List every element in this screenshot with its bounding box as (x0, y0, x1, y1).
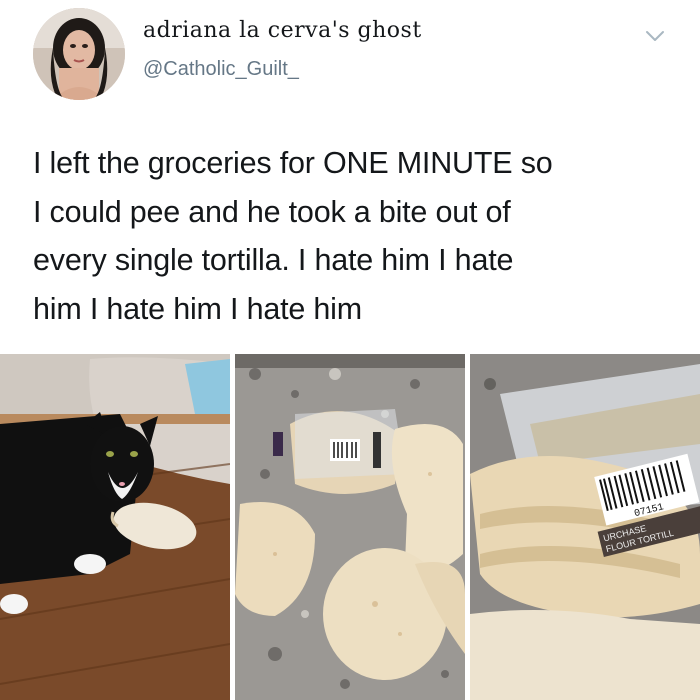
tweet-text-line: every single tortilla. I hate him I hate (33, 243, 514, 278)
tweet-text-line: I left the groceries for ONE MINUTE so (33, 146, 553, 180)
tweet-text-line: him I hate him I hate him (33, 291, 362, 326)
photo-grid: 07151 URCHASE FLOUR TORTILL (0, 354, 700, 700)
user-handle[interactable]: @Catholic_Guilt_ (143, 58, 299, 81)
photo-cat-with-tortilla[interactable] (0, 354, 230, 700)
photo-tortillas-on-counter[interactable] (235, 354, 465, 700)
avatar[interactable] (33, 8, 125, 100)
profile-photo-icon (33, 8, 125, 100)
tweet-header: adriana la cerva's ghost @Catholic_Guilt… (0, 0, 700, 110)
tweet-text-line: I could pee and he took a bite out of (33, 194, 511, 229)
tweet-text: I left the groceries for ONE MINUTE so I… (33, 139, 683, 333)
photo-bitten-tortilla-package[interactable]: 07151 URCHASE FLOUR TORTILL (470, 354, 700, 700)
display-name[interactable]: adriana la cerva's ghost (143, 18, 422, 43)
chevron-down-icon[interactable] (643, 26, 667, 46)
